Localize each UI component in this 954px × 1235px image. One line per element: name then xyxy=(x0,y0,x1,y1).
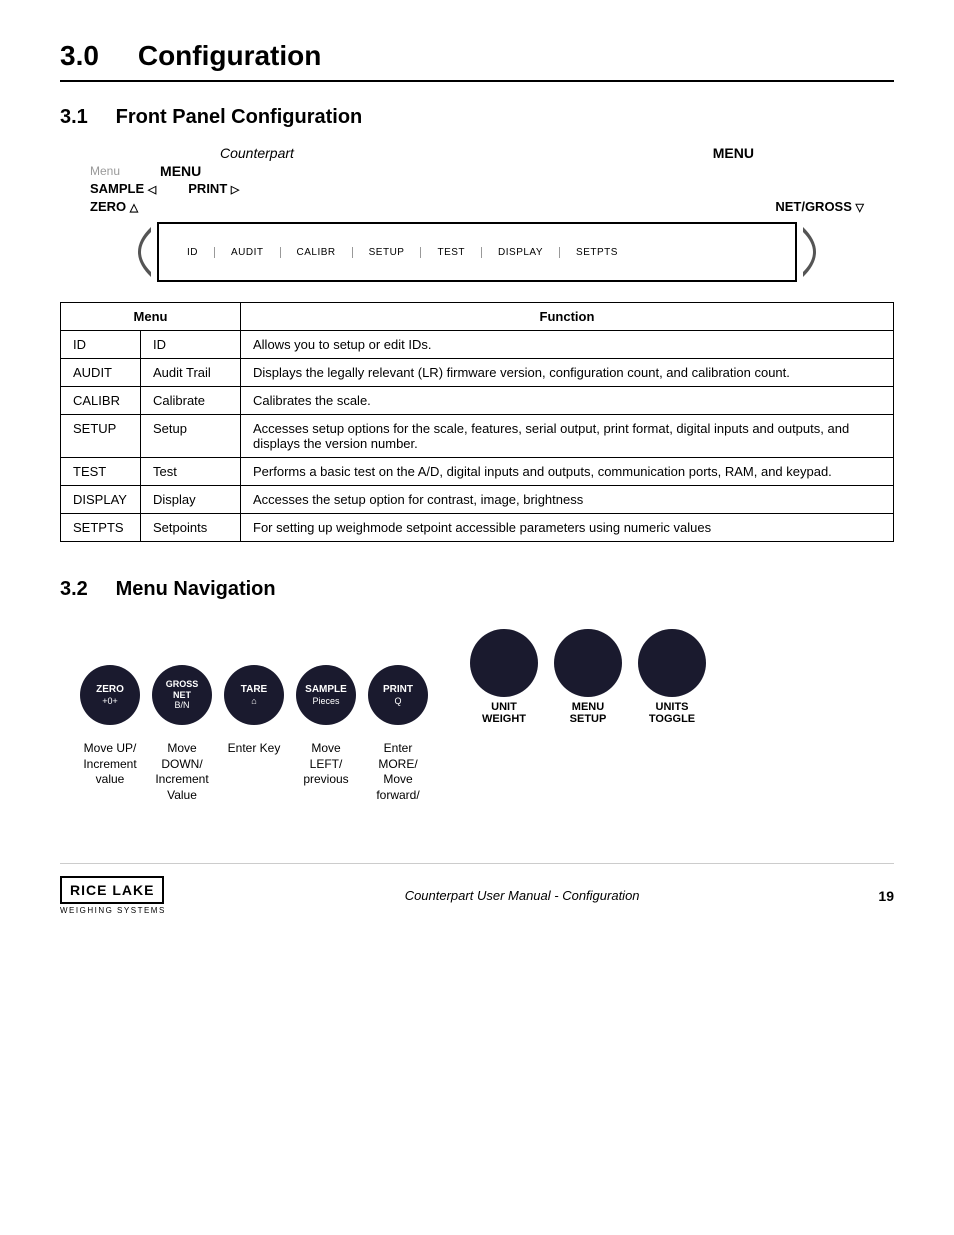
tare-key-group: TARE ⌂ xyxy=(224,665,284,725)
nav-label-3: Move LEFT/ previous xyxy=(296,741,356,788)
table-cell-function: For setting up weighmode setpoint access… xyxy=(241,514,894,542)
nav-label-1: Move DOWN/ Increment Value xyxy=(152,741,212,803)
nav-label-0: Move UP/ Increment value xyxy=(80,741,140,788)
print-label: PRINT xyxy=(188,181,239,196)
sample-label: SAMPLE xyxy=(90,181,156,196)
menu-above-label: Menu xyxy=(90,164,120,178)
table-cell-menu-short: SETPTS xyxy=(61,514,141,542)
menu-box: ID AUDIT CALIBR SETUP TEST DISPLAY SETPT… xyxy=(157,222,797,282)
zero-label: ZERO xyxy=(90,199,138,214)
table-cell-function: Calibrates the scale. xyxy=(241,387,894,415)
menu-setup-label: MENU SETUP xyxy=(570,701,607,725)
table-row: IDIDAllows you to setup or edit IDs. xyxy=(61,331,894,359)
tare-key[interactable]: TARE ⌂ xyxy=(224,665,284,725)
table-cell-menu-short: AUDIT xyxy=(61,359,141,387)
table-cell-function: Accesses the setup option for contrast, … xyxy=(241,486,894,514)
table-row: AUDITAudit TrailDisplays the legally rel… xyxy=(61,359,894,387)
table-row: DISPLAYDisplayAccesses the setup option … xyxy=(61,486,894,514)
logo-area: RICE LAKE WEIGHING SYSTEMS xyxy=(60,876,166,915)
print-key-group: PRINT Q xyxy=(368,665,428,725)
table-col-function: Function xyxy=(241,303,894,331)
menu-setup-btn[interactable] xyxy=(554,629,622,697)
zero-triangle xyxy=(130,199,138,214)
right-arrow-icon xyxy=(797,222,833,282)
units-toggle-btn[interactable] xyxy=(638,629,706,697)
table-row: CALIBRCalibrateCalibrates the scale. xyxy=(61,387,894,415)
zero-key-group: ZERO +0+ xyxy=(80,665,140,725)
table-row: SETUPSetupAccesses setup options for the… xyxy=(61,415,894,458)
net-gross-triangle xyxy=(856,199,864,214)
table-cell-menu-short: ID xyxy=(61,331,141,359)
table-row: TESTTestPerforms a basic test on the A/D… xyxy=(61,458,894,486)
section-title-text: Configuration xyxy=(138,40,322,71)
sample-triangle xyxy=(148,181,156,196)
unit-buttons-group: UNIT WEIGHT MENU SETUP UNITS TOGGLE xyxy=(470,629,706,725)
menu-btn-label: MENU xyxy=(160,163,201,179)
menu-tab-calibr: CALIBR xyxy=(281,247,353,258)
keys-row: ZERO +0+ GROSS NET B/N TARE ⌂ xyxy=(80,629,894,725)
nav-labels-row: Move UP/ Increment value Move DOWN/ Incr… xyxy=(80,741,894,803)
unit-weight-btn[interactable] xyxy=(470,629,538,697)
menu-header-label: MENU xyxy=(713,145,754,161)
print-key[interactable]: PRINT Q xyxy=(368,665,428,725)
net-gross-label: NET/GROSS xyxy=(775,199,864,214)
logo-box: RICE LAKE xyxy=(60,876,164,904)
menu-tab-id: ID xyxy=(171,247,215,258)
table-cell-function: Performs a basic test on the A/D, digita… xyxy=(241,458,894,486)
table-col-menu: Menu xyxy=(61,303,241,331)
gross-net-key[interactable]: GROSS NET B/N xyxy=(152,665,212,725)
table-cell-menu-long: Audit Trail xyxy=(141,359,241,387)
subsection-3-2-title: 3.2 Menu Navigation xyxy=(60,578,894,601)
nav-label-2: Enter Key xyxy=(224,741,284,757)
table-cell-function: Displays the legally relevant (LR) firmw… xyxy=(241,359,894,387)
left-arrow-icon xyxy=(121,222,157,282)
table-cell-menu-long: Calibrate xyxy=(141,387,241,415)
table-cell-menu-short: DISPLAY xyxy=(61,486,141,514)
print-triangle xyxy=(231,181,239,196)
menu-tab-display: DISPLAY xyxy=(482,247,560,258)
units-toggle-label: UNITS TOGGLE xyxy=(649,701,695,725)
unit-weight-label: UNIT WEIGHT xyxy=(482,701,526,725)
section-3-0: 3.0 Configuration 3.1 Front Panel Config… xyxy=(60,40,894,803)
menu-tab-setpts: SETPTS xyxy=(560,247,634,258)
menu-tab-audit: AUDIT xyxy=(215,247,281,258)
sample-key-group: SAMPLE Pieces xyxy=(296,665,356,725)
table-cell-menu-short: CALIBR xyxy=(61,387,141,415)
table-cell-menu-long: Display xyxy=(141,486,241,514)
table-row: SETPTSSetpointsFor setting up weighmode … xyxy=(61,514,894,542)
gross-net-key-group: GROSS NET B/N xyxy=(152,665,212,725)
sample-key[interactable]: SAMPLE Pieces xyxy=(296,665,356,725)
subsection-3-1-title: 3.1 Front Panel Configuration xyxy=(60,106,894,129)
table-cell-menu-short: SETUP xyxy=(61,415,141,458)
nav-label-4: Enter MORE/ Move forward/ xyxy=(368,741,428,803)
table-cell-menu-short: TEST xyxy=(61,458,141,486)
footer-center-text: Counterpart User Manual - Configuration xyxy=(405,888,640,903)
zero-key[interactable]: ZERO +0+ xyxy=(80,665,140,725)
menu-tab-test: TEST xyxy=(421,247,482,258)
table-cell-menu-long: ID xyxy=(141,331,241,359)
footer: RICE LAKE WEIGHING SYSTEMS Counterpart U… xyxy=(60,863,894,915)
menu-display: ID AUDIT CALIBR SETUP TEST DISPLAY SETPT… xyxy=(60,222,894,282)
menu-tab-setup: SETUP xyxy=(353,247,422,258)
unit-weight-group: UNIT WEIGHT xyxy=(470,629,538,725)
table-cell-menu-long: Test xyxy=(141,458,241,486)
menu-setup-group: MENU SETUP xyxy=(554,629,622,725)
section-num: 3.0 xyxy=(60,40,99,71)
logo-sub: WEIGHING SYSTEMS xyxy=(60,906,166,915)
section-title: 3.0 Configuration xyxy=(60,40,894,82)
table-cell-function: Allows you to setup or edit IDs. xyxy=(241,331,894,359)
table-cell-menu-long: Setpoints xyxy=(141,514,241,542)
table-cell-function: Accesses setup options for the scale, fe… xyxy=(241,415,894,458)
section-3-2: 3.2 Menu Navigation ZERO +0+ GROSS NET B… xyxy=(60,578,894,803)
menu-function-table: Menu Function IDIDAllows you to setup or… xyxy=(60,302,894,542)
table-cell-menu-long: Setup xyxy=(141,415,241,458)
units-toggle-group: UNITS TOGGLE xyxy=(638,629,706,725)
footer-page-num: 19 xyxy=(878,888,894,904)
counterpart-label: Counterpart xyxy=(220,145,294,161)
